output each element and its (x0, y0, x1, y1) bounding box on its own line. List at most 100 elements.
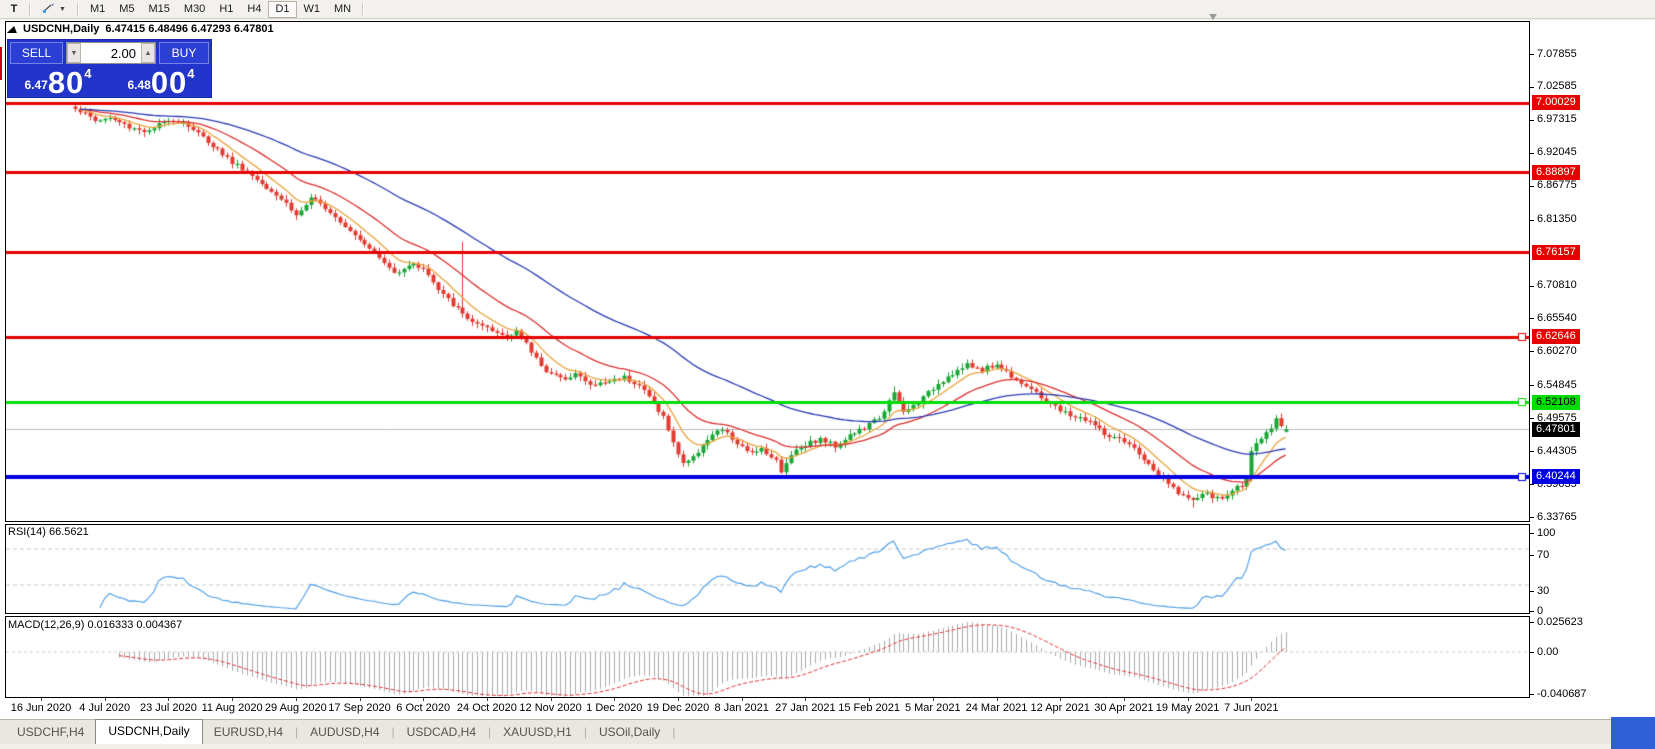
rsi-axis-tick (1530, 533, 1534, 534)
buy-price[interactable]: 6.48 00 4 (111, 65, 211, 100)
price-axis-label: 7.02585 (1537, 80, 1577, 93)
timeframe-button-m30[interactable]: M30 (177, 1, 212, 18)
date-axis-label: 19 Dec 2020 (646, 702, 710, 714)
price-axis-tick (1530, 451, 1534, 452)
buy-price-point: 4 (187, 66, 195, 81)
date-axis-label: 23 Jul 2020 (139, 702, 197, 714)
date-axis-tick (550, 698, 552, 701)
date-axis-tick (168, 698, 170, 701)
timeframe-button-mn[interactable]: MN (327, 1, 358, 18)
chart-tab-eurusd-h4[interactable]: EURUSD,H4 (203, 721, 294, 744)
chart-ohlc-quote: 6.47415 6.48496 6.47293 6.47801 (105, 23, 274, 35)
price-axis-label: 7.07855 (1537, 47, 1577, 60)
rsi-chart-canvas[interactable] (6, 525, 1529, 613)
toolbar-separator (362, 2, 365, 16)
price-axis-tick (1530, 517, 1534, 518)
volume-increase-button[interactable]: ▲ (141, 43, 155, 63)
date-axis-tick (423, 698, 425, 701)
chart-tab-usdcad-h4[interactable]: USDCAD,H4 (396, 721, 487, 744)
price-axis-tick (1530, 220, 1534, 221)
date-axis-label: 17 Sep 2020 (328, 702, 391, 714)
date-axis-label: 16 Jun 2020 (10, 702, 72, 714)
timeframe-toolbar: M1 M5 M15 M30 H1 H4 D1 W1 MN (83, 0, 358, 18)
chart-tab-usdcnh-daily[interactable]: USDCNH,Daily (95, 719, 203, 744)
rsi-axis-label: 70 (1537, 549, 1550, 561)
price-axis-tick (1530, 153, 1534, 154)
price-chart-canvas[interactable] (6, 22, 1529, 521)
draw-tools-button[interactable]: ▼ (35, 1, 73, 18)
date-axis-label: 11 Aug 2020 (201, 702, 263, 714)
price-line-badge: 6.62646 (1532, 329, 1580, 345)
chevron-down-icon: ▼ (59, 5, 66, 13)
date-axis-label: 30 Apr 2021 (1094, 702, 1154, 714)
date-axis-tick (41, 698, 42, 701)
volume-decrease-button[interactable]: ▼ (67, 43, 81, 63)
price-axis-tick (1530, 385, 1534, 386)
timeframe-button-m5[interactable]: M5 (112, 1, 141, 18)
date-axis-tick (678, 698, 679, 701)
toolbar-separator (29, 2, 31, 16)
date-axis-tick (805, 698, 807, 701)
date-axis-label: 12 Apr 2021 (1030, 702, 1090, 714)
macd-axis-tick (1530, 622, 1534, 623)
date-axis-label: 12 Nov 2020 (519, 702, 582, 714)
macd-axis-label: 0.00 (1537, 646, 1559, 658)
chart-tab-usdchf-h4[interactable]: USDCHF,H4 (6, 721, 95, 744)
sell-price-prefix: 6.47 (24, 78, 48, 92)
buy-price-prefix: 6.48 (127, 78, 151, 92)
price-axis-label: 6.44305 (1537, 444, 1577, 457)
chart-tab-xauusd-h1[interactable]: XAUUSD,H1 (492, 721, 583, 744)
macd-chart-canvas[interactable] (6, 617, 1529, 697)
price-axis-tick (1530, 87, 1534, 88)
timeframe-button-m1[interactable]: M1 (83, 1, 112, 18)
chart-shift-marker[interactable] (1209, 14, 1217, 20)
rsi-axis-tick (1530, 591, 1534, 592)
chart-title: USDCNH,Daily 6.47415 6.48496 6.47293 6.4… (6, 23, 280, 35)
volume-value[interactable]: 2.00 (81, 43, 141, 63)
rsi-axis-tick (1530, 555, 1534, 556)
sell-button[interactable]: SELL (10, 42, 63, 64)
timeframe-button-h1[interactable]: H1 (212, 1, 240, 18)
timeframe-button-m15[interactable]: M15 (142, 1, 177, 18)
price-line-badge: 6.40244 (1532, 469, 1580, 485)
price-axis-tick (1530, 351, 1534, 352)
timeframe-button-d1[interactable]: D1 (268, 0, 297, 18)
date-axis-label: 6 Oct 2020 (396, 702, 451, 714)
price-axis-tick (1530, 54, 1534, 55)
macd-axis-tick (1530, 694, 1534, 695)
text-tool-button[interactable]: T (3, 1, 25, 18)
date-axis-tick (932, 698, 934, 701)
date-axis-tick (614, 698, 616, 701)
macd-axis-label: -0.040687 (1537, 688, 1587, 700)
price-axis-tick (1530, 318, 1534, 319)
rsi-label: RSI(14) 66.5621 (8, 526, 89, 538)
timeframe-button-h4[interactable]: H4 (240, 1, 268, 18)
date-axis-label: 7 Jun 2021 (1224, 702, 1279, 714)
chart-tab-audusd-h4[interactable]: AUDUSD,H4 (299, 721, 390, 744)
draw-tools-icon (42, 2, 56, 17)
price-axis-label: 6.70810 (1537, 279, 1577, 292)
chart-tab-usoil-daily[interactable]: USOil,Daily (588, 721, 671, 744)
rsi-axis-label: 100 (1537, 527, 1556, 539)
price-line-badge: 6.52108 (1532, 394, 1580, 410)
volume-stepper: ▼ 2.00 ▲ (66, 42, 156, 64)
sell-price-pips: 80 (47, 65, 85, 100)
one-click-trading-panel: SELL ▼ 2.00 ▲ BUY 6.47 80 4 6.48 00 4 (8, 40, 211, 100)
date-axis-tick (486, 698, 488, 701)
macd-axis-label: 0.025623 (1537, 615, 1583, 628)
date-axis-label: 24 Oct 2020 (456, 702, 517, 714)
buy-price-pips: 00 (150, 65, 188, 100)
rsi-axis-label: 30 (1537, 585, 1550, 597)
price-axis-tick (1530, 484, 1534, 485)
sell-price[interactable]: 6.47 80 4 (8, 65, 108, 100)
buy-button[interactable]: BUY (159, 42, 209, 64)
price-line-badge: 7.00029 (1532, 95, 1580, 111)
price-axis-label: 6.81350 (1537, 213, 1577, 226)
price-axis-label: 6.86775 (1537, 179, 1577, 192)
date-axis-tick (741, 698, 743, 701)
date-axis-label: 15 Feb 2021 (838, 702, 900, 714)
chart-marker-icon (6, 25, 20, 33)
date-axis-tick (232, 698, 234, 701)
timeframe-button-w1[interactable]: W1 (297, 1, 328, 18)
chart-tabs-bar: USDCHF,H4 USDCNH,Daily EURUSD,H4 | AUDUSD,H4… (0, 719, 1655, 744)
